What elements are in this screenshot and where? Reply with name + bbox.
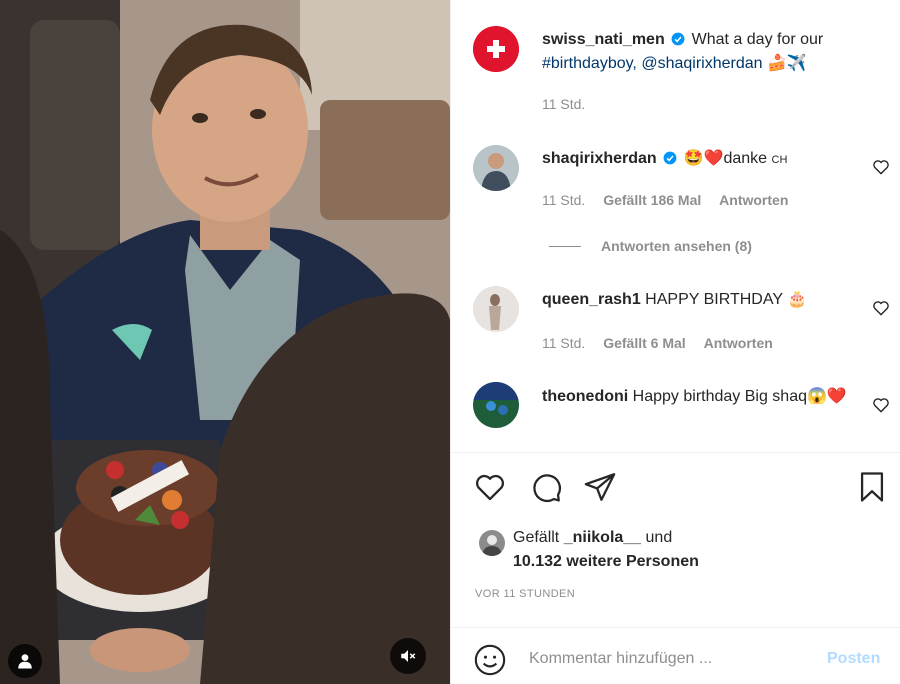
comment-emojis: 🎂 bbox=[787, 291, 808, 308]
caption-meta: 11 Std. bbox=[542, 96, 599, 112]
avatar-image bbox=[479, 530, 505, 556]
comments-list[interactable]: swiss_nati_men What a day for our #birth… bbox=[451, 0, 900, 452]
heart-icon[interactable] bbox=[473, 470, 507, 504]
replies-divider-line bbox=[549, 245, 581, 247]
verified-badge-icon bbox=[663, 151, 677, 165]
section-divider bbox=[451, 452, 900, 453]
verified-badge-icon bbox=[671, 32, 685, 46]
comment-emojis: 😱❤️ bbox=[807, 388, 847, 405]
likes-prefix: Gefällt bbox=[513, 529, 560, 546]
comment-emojis: 🤩❤️ bbox=[683, 150, 724, 167]
post-timestamp[interactable]: VOR 11 STUNDEN bbox=[475, 588, 575, 600]
comment-like-heart-icon[interactable] bbox=[871, 298, 891, 318]
comment-like-heart-icon[interactable] bbox=[871, 395, 891, 415]
post-details-panel: swiss_nati_men What a day for our #birth… bbox=[450, 0, 900, 684]
reply-button[interactable]: Antworten bbox=[719, 192, 788, 208]
caption-body: What a day for our bbox=[691, 31, 824, 48]
comment-likes[interactable]: Gefällt 6 Mal bbox=[603, 335, 685, 351]
likes-line-1: Gefällt _niikola__ und bbox=[513, 526, 672, 550]
comment-time: 11 Std. bbox=[542, 192, 586, 208]
add-comment-form: Posten bbox=[451, 628, 900, 684]
avatar-image bbox=[473, 145, 519, 191]
comment-time: 11 Std. bbox=[542, 335, 586, 351]
user-tag-button[interactable] bbox=[8, 644, 42, 678]
video-frame bbox=[0, 0, 450, 684]
mute-toggle-button[interactable] bbox=[390, 638, 426, 674]
author-username[interactable]: swiss_nati_men bbox=[542, 31, 665, 48]
comment-text: theonedoni Happy birthday Big shaq😱❤️ bbox=[542, 385, 862, 409]
post-media[interactable] bbox=[0, 0, 450, 684]
paper-plane-icon[interactable] bbox=[583, 470, 617, 504]
comment-text: queen_rash1 HAPPY BIRTHDAY 🎂 bbox=[542, 288, 862, 312]
avatar-image bbox=[473, 286, 519, 332]
action-bar bbox=[451, 466, 900, 510]
reply-button[interactable]: Antworten bbox=[704, 335, 773, 351]
commenter-avatar[interactable] bbox=[473, 145, 519, 191]
comment-icon[interactable] bbox=[529, 470, 563, 504]
comment-suffix: CH bbox=[771, 154, 788, 166]
comment-likes[interactable]: Gefällt 186 Mal bbox=[603, 192, 701, 208]
comment-body: Happy birthday Big shaq bbox=[632, 388, 807, 405]
caption-text: swiss_nati_men What a day for our #birth… bbox=[542, 28, 862, 76]
hashtag-link[interactable]: #birthdayboy, bbox=[542, 55, 637, 72]
avatar-image bbox=[473, 382, 519, 428]
comment-meta: 11 Std. Gefällt 6 Mal Antworten bbox=[542, 335, 787, 351]
commenter-avatar[interactable] bbox=[473, 286, 519, 332]
emoji-smiley-icon[interactable] bbox=[473, 643, 507, 677]
caption-time: 11 Std. bbox=[542, 96, 586, 112]
swiss-logo-icon bbox=[473, 26, 519, 72]
comment-username[interactable]: queen_rash1 bbox=[542, 291, 641, 308]
view-replies-label: Antworten ansehen (8) bbox=[601, 238, 752, 254]
mention-link[interactable]: @shaqirixherdan bbox=[641, 55, 762, 72]
author-avatar[interactable] bbox=[473, 26, 519, 72]
caption-emojis: 🍰✈️ bbox=[766, 55, 807, 72]
liker-avatar[interactable] bbox=[479, 530, 505, 556]
comment-body: danke bbox=[723, 150, 768, 167]
comment-meta: 11 Std. Gefällt 186 Mal Antworten bbox=[542, 192, 802, 208]
likes-count[interactable]: 10.132 weitere Personen bbox=[513, 550, 699, 574]
bookmark-icon[interactable] bbox=[855, 470, 889, 504]
speaker-muted-icon bbox=[401, 650, 416, 662]
comment-username[interactable]: shaqirixherdan bbox=[542, 150, 657, 167]
comment-text: shaqirixherdan 🤩❤️danke CH bbox=[542, 147, 862, 172]
commenter-avatar[interactable] bbox=[473, 382, 519, 428]
comment-username[interactable]: theonedoni bbox=[542, 388, 628, 405]
post-comment-button[interactable]: Posten bbox=[827, 650, 880, 668]
liker-username[interactable]: _niikola__ bbox=[564, 529, 641, 546]
view-replies-button[interactable]: Antworten ansehen (8) bbox=[549, 238, 752, 254]
comment-body: HAPPY BIRTHDAY bbox=[645, 291, 783, 308]
comment-like-heart-icon[interactable] bbox=[871, 157, 891, 177]
comment-input[interactable] bbox=[529, 646, 809, 672]
user-tag-icon bbox=[18, 654, 32, 669]
likes-suffix: und bbox=[645, 529, 673, 546]
